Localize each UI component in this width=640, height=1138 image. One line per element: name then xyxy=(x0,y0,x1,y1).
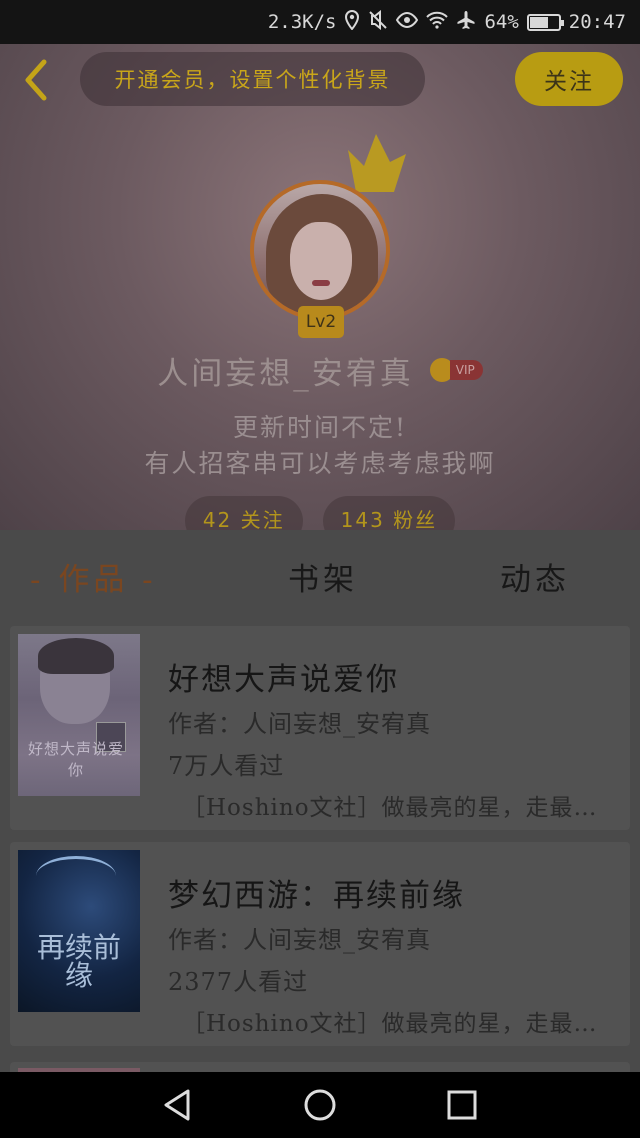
clock: 20:47 xyxy=(568,11,626,33)
work-views: 2377人看过 xyxy=(168,968,309,996)
home-nav-button[interactable] xyxy=(302,1087,338,1123)
eye-icon xyxy=(396,11,419,32)
work-tag: ［Hoshino文社］做最亮的星，走最远的路 xyxy=(182,1011,612,1037)
status-bar: 2.3K/s 64% 20:47 xyxy=(0,0,640,44)
avatar[interactable] xyxy=(250,180,390,320)
circle-home-icon xyxy=(304,1089,336,1121)
battery-icon xyxy=(526,13,564,31)
bio: 更新时间不定! 有人招客串可以考虑考虑我啊 xyxy=(0,410,640,482)
tab-bar: - 作品 - 书架 动态 xyxy=(0,530,640,626)
tab-activity[interactable]: 动态 xyxy=(500,554,570,599)
work-author: 作者：人间妄想_安宥真 xyxy=(168,926,431,954)
triangle-back-icon xyxy=(164,1089,190,1121)
work-title: 好想大声说爱你 xyxy=(168,662,399,698)
vip-banner-button[interactable]: 开通会员，设置个性化背景 xyxy=(80,52,425,106)
level-badge: Lv2 xyxy=(298,306,344,338)
work-tag: ［Hoshino文社］做最亮的星，走最远的路 xyxy=(182,795,612,821)
fans-count-button[interactable]: 143 粉丝 xyxy=(322,496,456,530)
username: 人间妄想_安宥真 xyxy=(157,355,414,392)
work-title: 梦幻西游：再续前缘 xyxy=(168,878,465,914)
wifi-icon xyxy=(426,11,449,33)
square-recents-icon xyxy=(447,1090,477,1120)
battery-percent: 64% xyxy=(484,11,519,33)
cover-title: 好想大声说爱你 xyxy=(27,740,124,779)
bio-line: 更新时间不定! xyxy=(232,413,408,442)
recents-nav-button[interactable] xyxy=(444,1087,480,1123)
work-card[interactable]: 好想大声说爱你 好想大声说爱你 作者：人间妄想_安宥真 7万人看过 ［Hoshi… xyxy=(10,626,630,830)
profile-header: 开通会员，设置个性化背景 关注 Lv2 人间妄想_安宥真 VIP 更新时间不定!… xyxy=(0,44,640,530)
username-row: 人间妄想_安宥真 VIP xyxy=(0,348,640,392)
network-speed: 2.3K/s xyxy=(267,11,337,33)
chevron-left-icon xyxy=(25,59,47,101)
back-nav-button[interactable] xyxy=(160,1087,196,1123)
following-count-button[interactable]: 42 关注 xyxy=(184,496,303,530)
work-views: 7万人看过 xyxy=(168,752,285,780)
tab-works[interactable]: - 作品 - xyxy=(30,554,157,599)
bio-line: 有人招客串可以考虑考虑我啊 xyxy=(144,449,496,478)
book-cover: 再续前缘 xyxy=(18,850,140,1012)
content-panel: - 作品 - 书架 动态 好想大声说爱你 好想大声说爱你 作者：人间妄想_安宥真… xyxy=(0,530,640,1072)
follow-button[interactable]: 关注 xyxy=(515,52,623,106)
cover-title: 再续前缘 xyxy=(36,931,121,992)
airplane-icon xyxy=(456,10,476,34)
navigation-bar xyxy=(0,1072,640,1138)
location-icon xyxy=(344,9,360,34)
mute-icon xyxy=(368,9,388,34)
book-cover: 好想大声说爱你 xyxy=(18,634,140,796)
work-author: 作者：人间妄想_安宥真 xyxy=(168,710,431,738)
stats: 42 关注 143 粉丝 xyxy=(0,496,640,530)
tab-bookshelf[interactable]: 书架 xyxy=(288,554,358,599)
vip-badge: VIP xyxy=(429,358,483,382)
work-card[interactable] xyxy=(10,1062,630,1072)
work-card[interactable]: 再续前缘 梦幻西游：再续前缘 作者：人间妄想_安宥真 2377人看过 ［Hosh… xyxy=(10,842,630,1046)
crown-icon xyxy=(348,134,406,192)
back-button[interactable] xyxy=(16,56,56,104)
